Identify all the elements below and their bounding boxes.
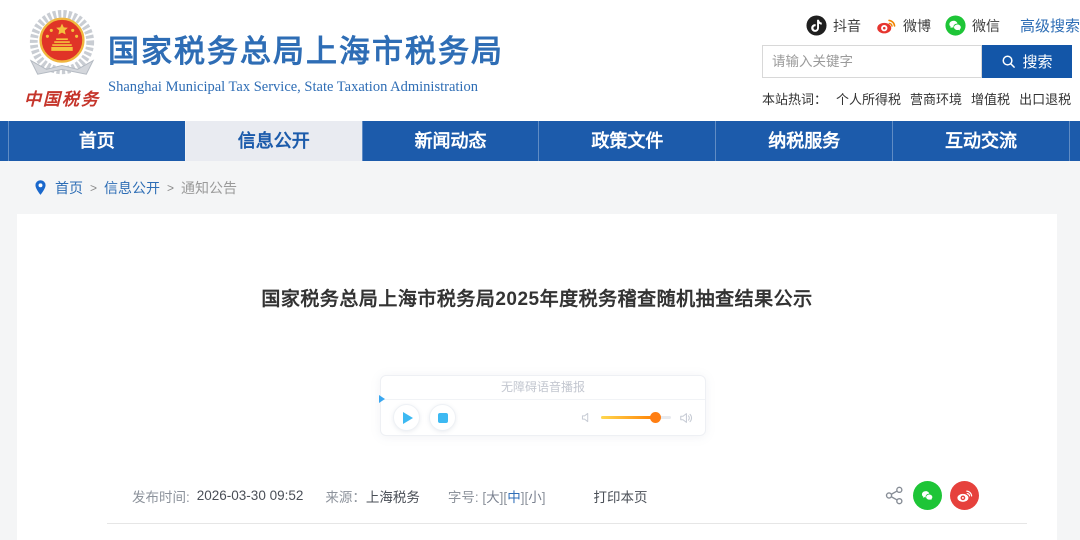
nav-item-interaction[interactable]: 互动交流: [892, 121, 1070, 161]
wechat-icon: [945, 15, 966, 36]
volume-knob[interactable]: [650, 412, 661, 423]
publish-time-value: 2026-03-30 09:52: [196, 488, 304, 503]
hot-word-link[interactable]: 个人所得税: [836, 92, 901, 107]
hot-words-label: 本站热词：: [762, 92, 828, 107]
breadcrumb-home[interactable]: 首页: [55, 178, 83, 198]
breadcrumb: 首页 > 信息公开 > 通知公告: [0, 161, 1080, 214]
font-size-small-button[interactable]: 小: [528, 490, 542, 505]
breadcrumb-current: 通知公告: [181, 179, 238, 196]
nav-item-tax-service[interactable]: 纳税服务: [715, 121, 892, 161]
play-button[interactable]: [393, 404, 420, 431]
volume-control: [580, 411, 693, 425]
volume-low-icon: [581, 412, 589, 423]
progress-marker: [379, 395, 385, 403]
wechat-icon: [921, 491, 933, 501]
play-icon: [403, 411, 413, 424]
location-pin-icon: [34, 179, 47, 196]
douyin-icon: [806, 15, 827, 36]
volume-high-icon: [680, 412, 692, 423]
share-wechat-button[interactable]: [913, 481, 942, 510]
site-logo: 中国税务: [22, 10, 102, 110]
audio-player-title-text: 无障碍语音播报: [500, 380, 585, 394]
source: 来源：上海税务: [325, 486, 420, 506]
source-value: 上海税务: [365, 489, 420, 505]
stop-button[interactable]: [429, 404, 456, 431]
site-title: 国家税务总局上海市税务局: [108, 34, 504, 69]
publish-time-label: 发布时间:: [132, 489, 190, 505]
wechat-link[interactable]: 微信: [945, 15, 1000, 36]
search-button-label: 搜索: [1022, 54, 1053, 71]
font-size-medium-button[interactable]: 中: [507, 490, 521, 505]
share-nodes-icon[interactable]: [884, 485, 905, 506]
site-subtitle: Shanghai Municipal Tax Service, State Ta…: [108, 79, 478, 95]
site-titles: 国家税务总局上海市税务局 Shanghai Municipal Tax Serv…: [108, 26, 504, 96]
social-links: 抖音 微博 微信 高级搜索: [806, 15, 1080, 36]
nav-item-policy[interactable]: 政策文件: [538, 121, 715, 161]
font-size-label: 字号:: [447, 489, 479, 505]
article-title: 国家税务总局上海市税务局2025年度税务稽查随机抽查结果公示: [261, 289, 813, 310]
font-size-switcher: 字号: [大][中][小]: [448, 486, 546, 506]
weibo-link[interactable]: 微博: [875, 15, 931, 36]
volume-slider[interactable]: [601, 412, 671, 423]
font-size-large-button[interactable]: 大: [486, 490, 500, 505]
stop-icon: [437, 412, 448, 423]
hot-words: 本站热词： 个人所得税 营商环境 增值税 出口退税: [762, 89, 1071, 108]
advanced-search-link[interactable]: 高级搜索: [1020, 15, 1080, 36]
hot-word-link[interactable]: 营商环境: [910, 92, 962, 107]
meta-divider: [107, 523, 1027, 524]
main-nav: 首页 信息公开 新闻动态 政策文件 纳税服务 互动交流: [0, 121, 1080, 161]
breadcrumb-info-disclosure[interactable]: 信息公开: [104, 178, 160, 198]
wechat-label: 微信: [972, 17, 1000, 34]
nav-item-info-disclosure[interactable]: 信息公开: [184, 121, 362, 161]
share-weibo-button[interactable]: [950, 481, 979, 510]
nav-item-home[interactable]: 首页: [8, 121, 185, 161]
douyin-label: 抖音: [833, 17, 861, 34]
audio-player: 无障碍语音播报: [379, 375, 706, 436]
source-label: 来源：: [325, 489, 366, 505]
search-input[interactable]: [762, 45, 982, 78]
breadcrumb-separator: >: [90, 180, 98, 195]
hot-word-link[interactable]: 增值税: [971, 92, 1010, 107]
bracket: ]: [541, 489, 546, 505]
weibo-label: 微博: [903, 17, 931, 34]
douyin-link[interactable]: 抖音: [806, 15, 861, 36]
audio-player-title: 无障碍语音播报: [379, 376, 705, 403]
article-meta: 发布时间: 2026-03-30 09:52 来源：上海税务 字号: [大][中…: [132, 481, 979, 510]
search-button[interactable]: 搜索: [982, 45, 1072, 78]
nav-item-news[interactable]: 新闻动态: [361, 121, 539, 161]
article-card: 国家税务总局上海市税务局2025年度税务稽查随机抽查结果公示 无障碍语音播报 发…: [17, 214, 1057, 540]
weibo-icon: [957, 490, 973, 502]
search-icon: [1002, 55, 1016, 68]
breadcrumb-separator: >: [167, 180, 175, 195]
audio-player-controls: [381, 400, 705, 435]
site-header: 中国税务 国家税务总局上海市税务局 Shanghai Municipal Tax…: [0, 0, 1080, 121]
logo-caption: 中国税务: [24, 90, 100, 109]
print-button[interactable]: 打印本页: [593, 486, 647, 506]
share-buttons: [884, 481, 979, 510]
volume-fill: [601, 416, 657, 419]
weibo-icon: [877, 19, 896, 34]
tax-emblem-icon: [29, 10, 95, 75]
search-bar: 搜索: [762, 45, 1072, 78]
hot-word-link[interactable]: 出口退税: [1019, 92, 1071, 107]
